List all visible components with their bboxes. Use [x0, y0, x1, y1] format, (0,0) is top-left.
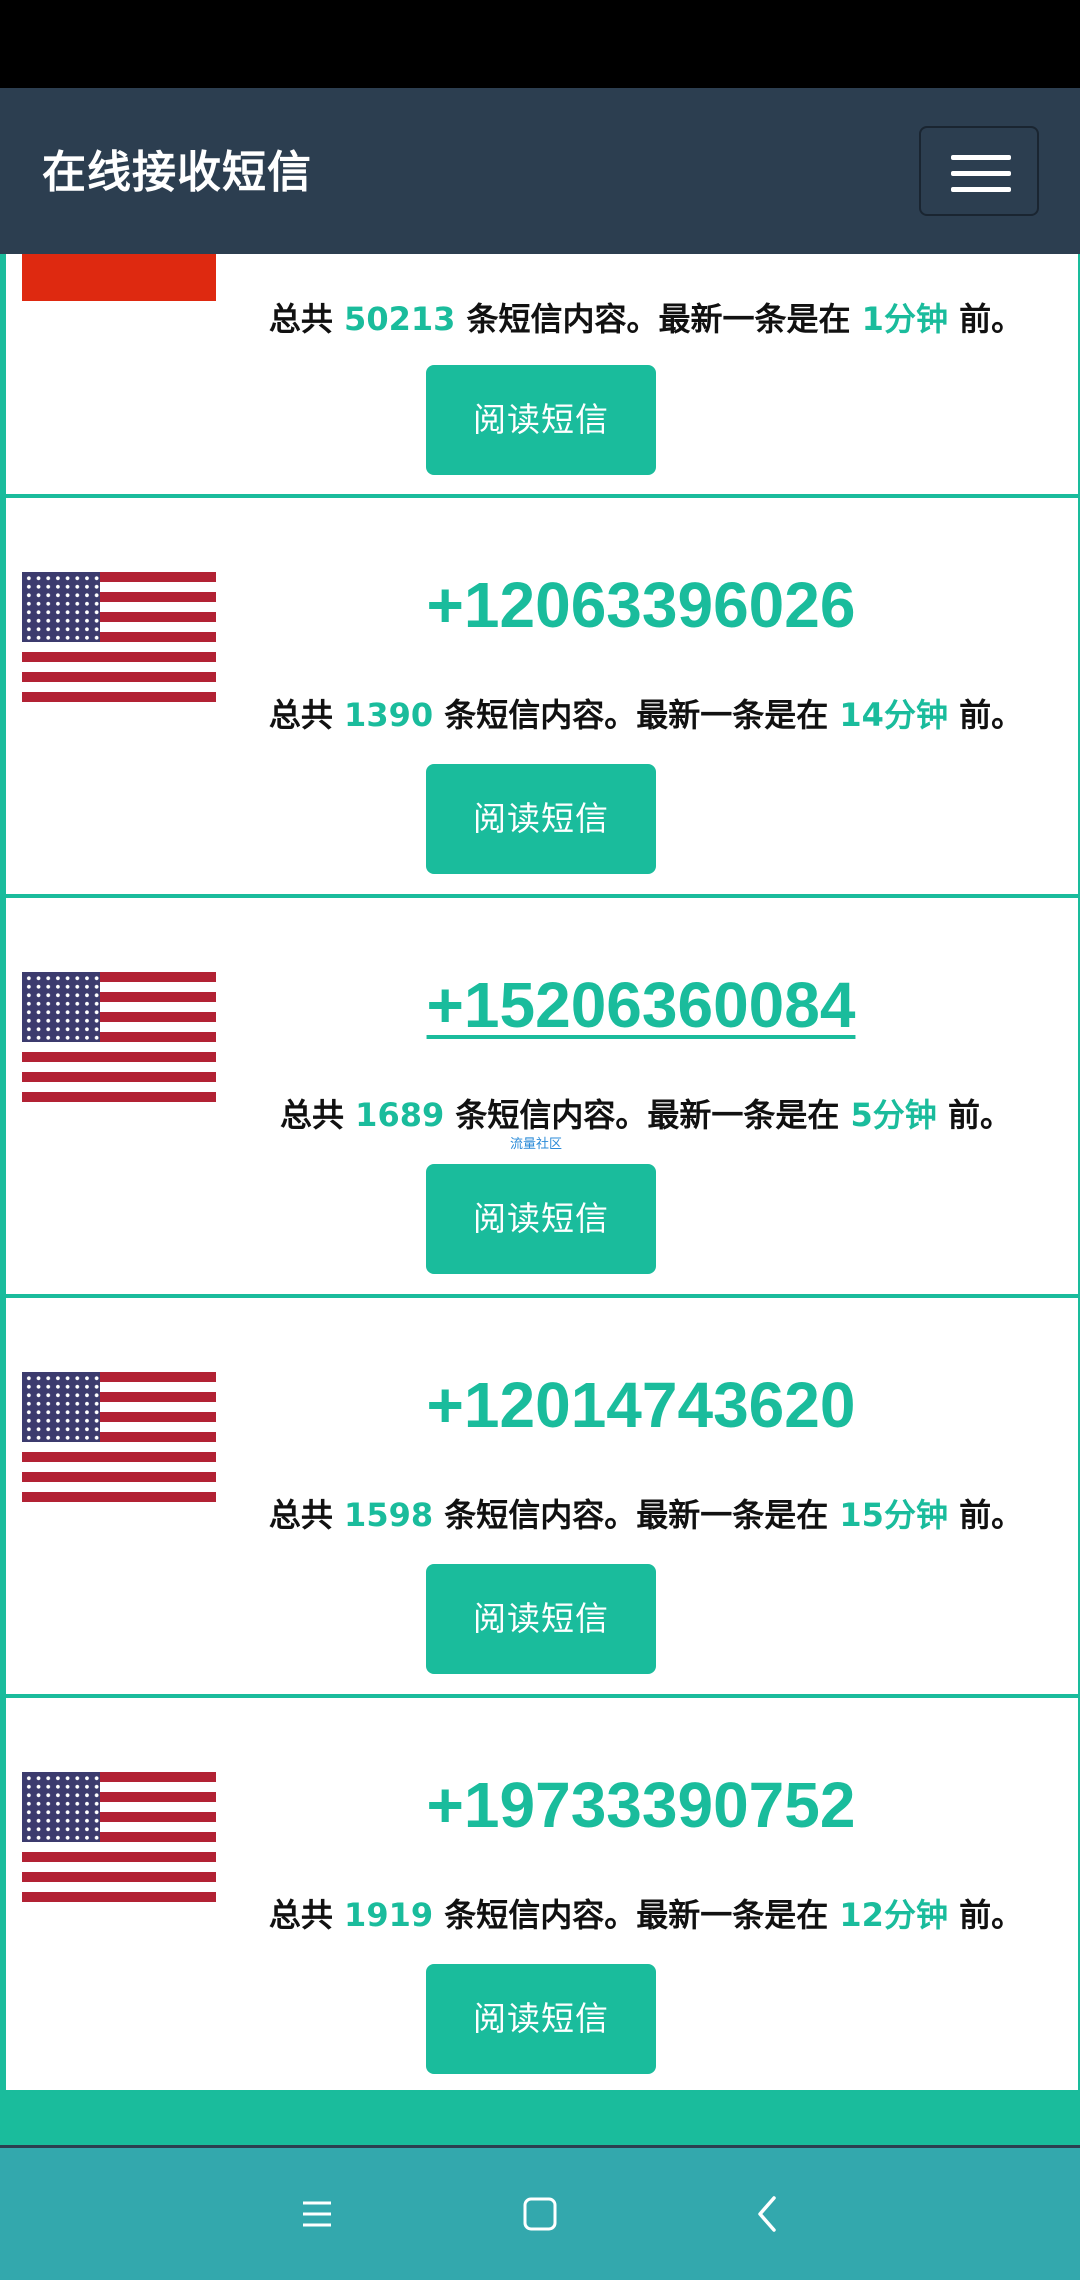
number-card: +19733390752 总共 1919 条短信内容。最新一条是在 12分钟 前…: [6, 1698, 1078, 2090]
recents-icon[interactable]: [287, 2184, 347, 2244]
phone-number-link[interactable]: +12063396026: [416, 568, 866, 642]
number-list: 总共 50213 条短信内容。最新一条是在 1分钟 前。 阅读短信 +12063…: [0, 254, 1080, 2090]
hamburger-icon: [951, 155, 1011, 160]
back-icon[interactable]: [738, 2184, 798, 2244]
top-navbar: 在线接收短信: [0, 88, 1080, 254]
read-sms-button[interactable]: 阅读短信: [426, 764, 656, 874]
us-flag-icon: [22, 1372, 216, 1502]
phone-number-link[interactable]: +15206360084: [416, 968, 866, 1042]
sms-count: 50213: [344, 300, 456, 338]
watermark-text: 流量社区: [510, 1137, 563, 1152]
us-flag-icon: [22, 572, 216, 702]
hamburger-icon-line: [951, 171, 1011, 176]
sms-summary: 总共 1919 条短信内容。最新一条是在 12分钟 前。: [268, 1896, 1024, 1934]
hamburger-icon-line: [951, 187, 1011, 192]
number-card: +12063396026 总共 1390 条短信内容。最新一条是在 14分钟 前…: [6, 498, 1078, 894]
last-sms-time: 12分钟: [839, 1896, 948, 1934]
number-card: 总共 50213 条短信内容。最新一条是在 1分钟 前。 阅读短信: [6, 254, 1078, 494]
home-icon[interactable]: [510, 2184, 570, 2244]
phone-number-link[interactable]: +12014743620: [416, 1368, 866, 1442]
sms-summary: 总共 1390 条短信内容。最新一条是在 14分钟 前。: [268, 696, 1024, 734]
read-sms-button[interactable]: 阅读短信: [426, 1164, 656, 1274]
read-sms-button[interactable]: 阅读短信: [426, 1964, 656, 2074]
system-navigation-bar: [0, 2148, 1080, 2280]
read-sms-button[interactable]: 阅读短信: [426, 365, 656, 475]
status-bar: [0, 0, 1080, 88]
sms-count: 1919: [344, 1896, 434, 1934]
last-sms-time: 1分钟: [861, 300, 948, 338]
sms-count: 1598: [344, 1496, 434, 1534]
read-sms-button[interactable]: 阅读短信: [426, 1564, 656, 1674]
sms-summary: 总共 1598 条短信内容。最新一条是在 15分钟 前。: [268, 1496, 1024, 1534]
sms-summary: 总共 50213 条短信内容。最新一条是在 1分钟 前。: [268, 300, 1024, 338]
number-card: +15206360084 总共 1689 条短信内容。最新一条是在 5分钟 前。…: [6, 898, 1078, 1294]
last-sms-time: 14分钟: [839, 696, 948, 734]
phone-number-link[interactable]: +19733390752: [416, 1768, 866, 1842]
us-flag-icon: [22, 972, 216, 1102]
last-sms-time: 5分钟: [850, 1096, 937, 1134]
sms-summary: 总共 1689 条短信内容。最新一条是在 5分钟 前。: [280, 1096, 1012, 1134]
us-flag-icon: [22, 1772, 216, 1902]
menu-toggle-button[interactable]: [919, 126, 1039, 216]
page-footer: [0, 2090, 1080, 2145]
number-card: +12014743620 总共 1598 条短信内容。最新一条是在 15分钟 前…: [6, 1298, 1078, 1694]
china-flag-icon: [22, 254, 216, 301]
site-brand[interactable]: 在线接收短信: [42, 136, 312, 200]
sms-count: 1689: [355, 1096, 445, 1134]
last-sms-time: 15分钟: [839, 1496, 948, 1534]
sms-count: 1390: [344, 696, 434, 734]
